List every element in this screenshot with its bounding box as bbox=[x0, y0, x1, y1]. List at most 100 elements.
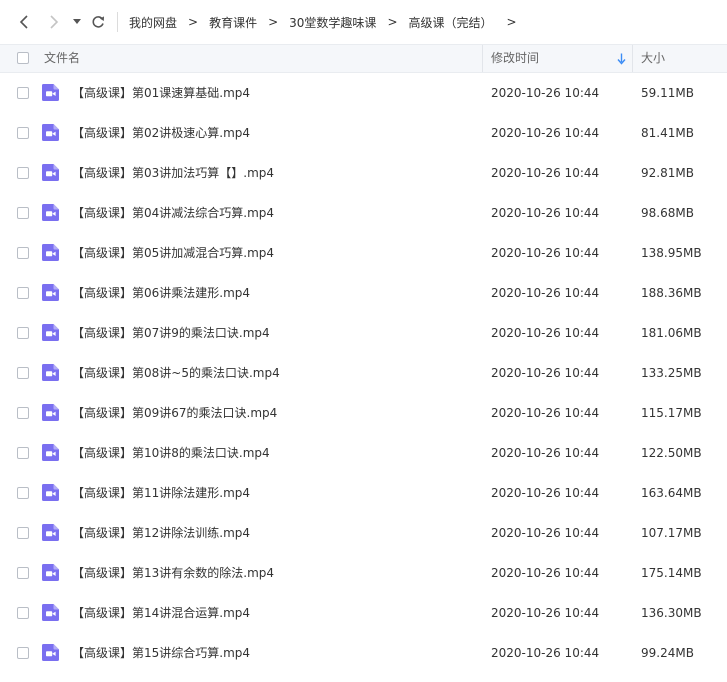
navigation-toolbar: 我的网盘 > 教育课件 > 30堂数学趣味课 > 高级课（完结） > bbox=[0, 0, 727, 44]
file-modified-time: 2020-10-26 10:44 bbox=[491, 366, 600, 380]
file-modified-time: 2020-10-26 10:44 bbox=[491, 86, 600, 100]
video-file-icon bbox=[42, 284, 59, 301]
video-file-icon bbox=[42, 124, 59, 141]
breadcrumb-separator: > bbox=[268, 15, 279, 29]
table-row[interactable]: 【高级课】第13讲有余数的除法.mp4 2020-10-26 10:44 175… bbox=[0, 553, 727, 593]
file-size: 92.81MB bbox=[641, 166, 694, 180]
file-name[interactable]: 【高级课】第05讲加减混合巧算.mp4 bbox=[72, 233, 274, 273]
breadcrumb-item-math-course[interactable]: 30堂数学趣味课 bbox=[289, 14, 376, 31]
row-checkbox[interactable] bbox=[17, 567, 29, 579]
file-name[interactable]: 【高级课】第15讲综合巧算.mp4 bbox=[72, 633, 250, 673]
table-row[interactable]: 【高级课】第03讲加法巧算【】.mp4 2020-10-26 10:44 92.… bbox=[0, 153, 727, 193]
column-header-modified[interactable]: 修改时间 bbox=[491, 45, 539, 72]
row-checkbox[interactable] bbox=[17, 607, 29, 619]
table-row[interactable]: 【高级课】第10讲8的乘法口诀.mp4 2020-10-26 10:44 122… bbox=[0, 433, 727, 473]
file-modified-time: 2020-10-26 10:44 bbox=[491, 326, 600, 340]
row-checkbox[interactable] bbox=[17, 647, 29, 659]
row-checkbox[interactable] bbox=[17, 407, 29, 419]
breadcrumb-item-current[interactable]: 高级课（完结） bbox=[409, 14, 493, 31]
video-file-icon bbox=[42, 444, 59, 461]
file-size: 136.30MB bbox=[641, 606, 702, 620]
file-name[interactable]: 【高级课】第09讲67的乘法口诀.mp4 bbox=[72, 393, 277, 433]
file-name[interactable]: 【高级课】第13讲有余数的除法.mp4 bbox=[72, 553, 274, 593]
table-row[interactable]: 【高级课】第05讲加减混合巧算.mp4 2020-10-26 10:44 138… bbox=[0, 233, 727, 273]
file-name[interactable]: 【高级课】第06讲乘法建形.mp4 bbox=[72, 273, 250, 313]
file-size: 175.14MB bbox=[641, 566, 702, 580]
table-row[interactable]: 【高级课】第09讲67的乘法口诀.mp4 2020-10-26 10:44 11… bbox=[0, 393, 727, 433]
caret-down-icon bbox=[73, 19, 81, 24]
row-checkbox[interactable] bbox=[17, 527, 29, 539]
file-size: 107.17MB bbox=[641, 526, 702, 540]
file-modified-time: 2020-10-26 10:44 bbox=[491, 606, 600, 620]
select-all-checkbox[interactable] bbox=[17, 52, 29, 64]
row-checkbox[interactable] bbox=[17, 87, 29, 99]
table-row[interactable]: 【高级课】第07讲9的乘法口诀.mp4 2020-10-26 10:44 181… bbox=[0, 313, 727, 353]
file-modified-time: 2020-10-26 10:44 bbox=[491, 206, 600, 220]
column-header-name[interactable]: 文件名 bbox=[44, 45, 80, 72]
chevron-left-icon bbox=[19, 15, 28, 29]
video-file-icon bbox=[42, 84, 59, 101]
breadcrumb-separator: > bbox=[387, 15, 398, 29]
file-name[interactable]: 【高级课】第12讲除法训练.mp4 bbox=[72, 513, 250, 553]
back-button[interactable] bbox=[14, 10, 34, 34]
video-file-icon bbox=[42, 524, 59, 541]
file-name[interactable]: 【高级课】第10讲8的乘法口诀.mp4 bbox=[72, 433, 270, 473]
column-divider[interactable] bbox=[482, 45, 483, 72]
file-size: 81.41MB bbox=[641, 126, 694, 140]
breadcrumb-separator: > bbox=[506, 15, 517, 29]
column-divider[interactable] bbox=[632, 45, 633, 72]
row-checkbox[interactable] bbox=[17, 447, 29, 459]
file-modified-time: 2020-10-26 10:44 bbox=[491, 566, 600, 580]
forward-button[interactable] bbox=[44, 10, 64, 34]
table-row[interactable]: 【高级课】第02讲极速心算.mp4 2020-10-26 10:44 81.41… bbox=[0, 113, 727, 153]
row-checkbox[interactable] bbox=[17, 167, 29, 179]
file-name[interactable]: 【高级课】第14讲混合运算.mp4 bbox=[72, 593, 250, 633]
refresh-button[interactable] bbox=[88, 10, 108, 34]
table-row[interactable]: 【高级课】第04讲减法综合巧算.mp4 2020-10-26 10:44 98.… bbox=[0, 193, 727, 233]
column-header-size[interactable]: 大小 bbox=[641, 45, 665, 72]
breadcrumb-item-root[interactable]: 我的网盘 bbox=[129, 14, 177, 31]
file-modified-time: 2020-10-26 10:44 bbox=[491, 126, 600, 140]
table-row[interactable]: 【高级课】第14讲混合运算.mp4 2020-10-26 10:44 136.3… bbox=[0, 593, 727, 633]
toolbar-divider bbox=[117, 12, 118, 32]
file-name[interactable]: 【高级课】第01课速算基础.mp4 bbox=[72, 73, 250, 113]
table-row[interactable]: 【高级课】第01课速算基础.mp4 2020-10-26 10:44 59.11… bbox=[0, 73, 727, 113]
file-name[interactable]: 【高级课】第11讲除法建形.mp4 bbox=[72, 473, 250, 513]
file-table-header: 文件名 修改时间 大小 bbox=[0, 44, 727, 73]
file-name[interactable]: 【高级课】第07讲9的乘法口诀.mp4 bbox=[72, 313, 270, 353]
table-row[interactable]: 【高级课】第12讲除法训练.mp4 2020-10-26 10:44 107.1… bbox=[0, 513, 727, 553]
file-modified-time: 2020-10-26 10:44 bbox=[491, 246, 600, 260]
chevron-right-icon bbox=[50, 15, 59, 29]
file-modified-time: 2020-10-26 10:44 bbox=[491, 526, 600, 540]
file-name[interactable]: 【高级课】第02讲极速心算.mp4 bbox=[72, 113, 250, 153]
row-checkbox[interactable] bbox=[17, 367, 29, 379]
row-checkbox[interactable] bbox=[17, 327, 29, 339]
file-size: 181.06MB bbox=[641, 326, 702, 340]
file-modified-time: 2020-10-26 10:44 bbox=[491, 286, 600, 300]
file-size: 59.11MB bbox=[641, 86, 694, 100]
history-dropdown-button[interactable] bbox=[69, 10, 85, 34]
row-checkbox[interactable] bbox=[17, 127, 29, 139]
file-name[interactable]: 【高级课】第03讲加法巧算【】.mp4 bbox=[72, 153, 274, 193]
file-modified-time: 2020-10-26 10:44 bbox=[491, 486, 600, 500]
file-size: 115.17MB bbox=[641, 406, 702, 420]
row-checkbox[interactable] bbox=[17, 247, 29, 259]
video-file-icon bbox=[42, 164, 59, 181]
file-name[interactable]: 【高级课】第04讲减法综合巧算.mp4 bbox=[72, 193, 274, 233]
video-file-icon bbox=[42, 564, 59, 581]
table-row[interactable]: 【高级课】第11讲除法建形.mp4 2020-10-26 10:44 163.6… bbox=[0, 473, 727, 513]
file-name[interactable]: 【高级课】第08讲~5的乘法口诀.mp4 bbox=[72, 353, 280, 393]
row-checkbox[interactable] bbox=[17, 487, 29, 499]
row-checkbox[interactable] bbox=[17, 287, 29, 299]
table-row[interactable]: 【高级课】第08讲~5的乘法口诀.mp4 2020-10-26 10:44 13… bbox=[0, 353, 727, 393]
file-modified-time: 2020-10-26 10:44 bbox=[491, 406, 600, 420]
table-row[interactable]: 【高级课】第06讲乘法建形.mp4 2020-10-26 10:44 188.3… bbox=[0, 273, 727, 313]
table-row[interactable]: 【高级课】第15讲综合巧算.mp4 2020-10-26 10:44 99.24… bbox=[0, 633, 727, 673]
row-checkbox[interactable] bbox=[17, 207, 29, 219]
breadcrumb-item-courseware[interactable]: 教育课件 bbox=[209, 14, 257, 31]
video-file-icon bbox=[42, 364, 59, 381]
file-size: 133.25MB bbox=[641, 366, 702, 380]
video-file-icon bbox=[42, 604, 59, 621]
video-file-icon bbox=[42, 644, 59, 661]
arrow-down-icon[interactable] bbox=[617, 53, 626, 65]
